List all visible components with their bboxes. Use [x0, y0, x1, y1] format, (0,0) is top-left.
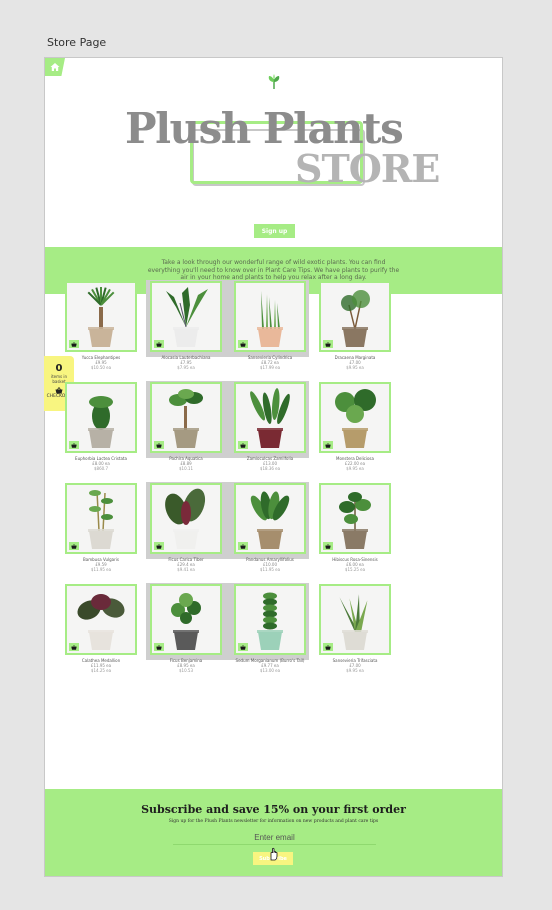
- home-icon: [50, 63, 60, 71]
- add-to-cart-button[interactable]: [323, 441, 333, 449]
- add-to-cart-button[interactable]: [154, 340, 164, 348]
- email-input[interactable]: [173, 831, 376, 845]
- product-alt-price: $14.25 ea: [90, 668, 112, 673]
- basket-icon: [325, 341, 331, 347]
- product-alt-price: $7.95 ea: [177, 365, 195, 370]
- product-grid: Yucca Elephantipes £9.95 $10.50 ea Alocasia…: [65, 280, 395, 685]
- add-to-cart-button[interactable]: [154, 643, 164, 651]
- basket-icon: [240, 644, 246, 650]
- add-to-cart-button[interactable]: [238, 643, 248, 651]
- add-to-cart-button[interactable]: [69, 441, 79, 449]
- product-image[interactable]: [319, 382, 391, 453]
- basket-icon: [240, 341, 246, 347]
- product-image[interactable]: [234, 483, 306, 554]
- product-row: Bambusa Vulgaris £9.59 $11.95 ea Ficus Cari…: [65, 482, 395, 584]
- basket-icon: [71, 341, 77, 347]
- product-image[interactable]: [150, 584, 222, 655]
- product-card[interactable]: Pachira Aquatica £8.89 $10.11: [150, 382, 222, 471]
- product-alt-price: $860.7: [94, 466, 108, 471]
- add-to-cart-button[interactable]: [69, 340, 79, 348]
- product-image[interactable]: [65, 382, 137, 453]
- add-to-cart-button[interactable]: [323, 340, 333, 348]
- basket-icon: [325, 543, 331, 549]
- basket-icon: [71, 442, 77, 448]
- add-to-cart-button[interactable]: [69, 542, 79, 550]
- product-card[interactable]: Bambusa Vulgaris £9.59 $11.95 ea: [65, 483, 137, 572]
- product-image[interactable]: [65, 584, 137, 655]
- basket-icon: [71, 644, 77, 650]
- leaf-logo-icon: [268, 74, 280, 89]
- product-card[interactable]: Sansevieria Cylindrica £8.72 ea $17.99 ea: [234, 281, 306, 370]
- basket-icon: [240, 442, 246, 448]
- product-image[interactable]: [150, 281, 222, 352]
- signup-button[interactable]: Sign up: [254, 224, 295, 238]
- basket-icon: [240, 543, 246, 549]
- basket-icon: [325, 644, 331, 650]
- product-row: Yucca Elephantipes £9.95 $10.50 ea Alocasia…: [65, 280, 395, 382]
- product-card[interactable]: Ficus Carica Tiber £29.4 ea $9.41 ea: [150, 483, 222, 572]
- newsletter-subtitle: Sign up for the Plush Plants newsletter …: [168, 819, 379, 824]
- product-image[interactable]: [150, 382, 222, 453]
- product-card[interactable]: Monstera Deliciosa £22.00 ea $9.95 ea: [319, 382, 391, 471]
- product-card[interactable]: Ficus Benjamina £8.95 ea $10.53: [150, 584, 222, 673]
- product-card[interactable]: Hibiscus Rosa-Sinensis £6.00 ea $15.25 ea: [319, 483, 391, 572]
- product-row: Calathea Medallion £11.95 ea $14.25 ea Ficu…: [65, 583, 395, 685]
- newsletter-band: Subscribe and save 15% on your first ord…: [45, 789, 502, 876]
- product-image[interactable]: [65, 483, 137, 554]
- product-alt-price: $9.95 ea: [346, 365, 364, 370]
- product-alt-price: $9.41 ea: [177, 567, 195, 572]
- product-alt-price: $11.95 ea: [90, 567, 112, 572]
- product-alt-price: $10.50 ea: [90, 365, 112, 370]
- basket-icon: [156, 442, 162, 448]
- product-alt-price: $18.36 ea: [259, 466, 281, 471]
- basket-icon: [156, 644, 162, 650]
- product-card[interactable]: Euphorbia Lactea Cristata £8.00 ea $860.7: [65, 382, 137, 471]
- frame-label: Store Page: [47, 36, 107, 49]
- product-image[interactable]: [319, 584, 391, 655]
- basket-icon: [156, 543, 162, 549]
- product-card[interactable]: Sansevieria Trifasciata £7.00 $9.95 ea: [319, 584, 391, 673]
- product-alt-price: $15.25 ea: [344, 567, 366, 572]
- basket-icon: [156, 341, 162, 347]
- product-card[interactable]: Alocasia Lauterbachiana £7.95 $7.95 ea: [150, 281, 222, 370]
- add-to-cart-button[interactable]: [323, 643, 333, 651]
- store-title: STORE: [295, 146, 440, 191]
- newsletter-title: Subscribe and save 15% on your first ord…: [141, 803, 406, 816]
- product-image[interactable]: [319, 483, 391, 554]
- product-image[interactable]: [234, 584, 306, 655]
- add-to-cart-button[interactable]: [238, 340, 248, 348]
- product-image[interactable]: [234, 281, 306, 352]
- intro-text: Take a look through our wonderful range …: [147, 258, 400, 282]
- product-image[interactable]: [65, 281, 137, 352]
- product-alt-price: $11.95 ea: [259, 567, 281, 572]
- product-card[interactable]: Pandanus Amaryllifolius £10.00 $11.95 ea: [234, 483, 306, 572]
- product-image[interactable]: [234, 382, 306, 453]
- hand-cursor-icon: [270, 847, 278, 861]
- basket-icon: [325, 442, 331, 448]
- product-row: Euphorbia Lactea Cristata £8.00 ea $860.7 P…: [65, 381, 395, 483]
- home-button[interactable]: [45, 58, 65, 76]
- add-to-cart-button[interactable]: [238, 441, 248, 449]
- add-to-cart-button[interactable]: [323, 542, 333, 550]
- product-card[interactable]: Calathea Medallion £11.95 ea $14.25 ea: [65, 584, 137, 673]
- add-to-cart-button[interactable]: [154, 441, 164, 449]
- add-to-cart-button[interactable]: [69, 643, 79, 651]
- product-card[interactable]: Zamioculcas Zamiifolia £13.00 $18.36 ea: [234, 382, 306, 471]
- product-image[interactable]: [150, 483, 222, 554]
- product-alt-price: $10.11: [179, 466, 193, 471]
- basket-icon: [55, 387, 63, 394]
- product-alt-price: $10.53: [179, 668, 193, 673]
- product-card[interactable]: Yucca Elephantipes £9.95 $10.50 ea: [65, 281, 137, 370]
- product-alt-price: $9.95 ea: [346, 466, 364, 471]
- product-card[interactable]: Sedum Morganianum (Burro's Tail) £9.77 ea…: [234, 584, 306, 673]
- product-alt-price: $17.99 ea: [259, 365, 281, 370]
- product-alt-price: $9.95 ea: [346, 668, 364, 673]
- add-to-cart-button[interactable]: [238, 542, 248, 550]
- product-image[interactable]: [319, 281, 391, 352]
- product-alt-price: $13.00 ea: [259, 668, 281, 673]
- product-card[interactable]: Dracaena Marginata £7.00 $9.95 ea: [319, 281, 391, 370]
- add-to-cart-button[interactable]: [154, 542, 164, 550]
- basket-icon: [71, 543, 77, 549]
